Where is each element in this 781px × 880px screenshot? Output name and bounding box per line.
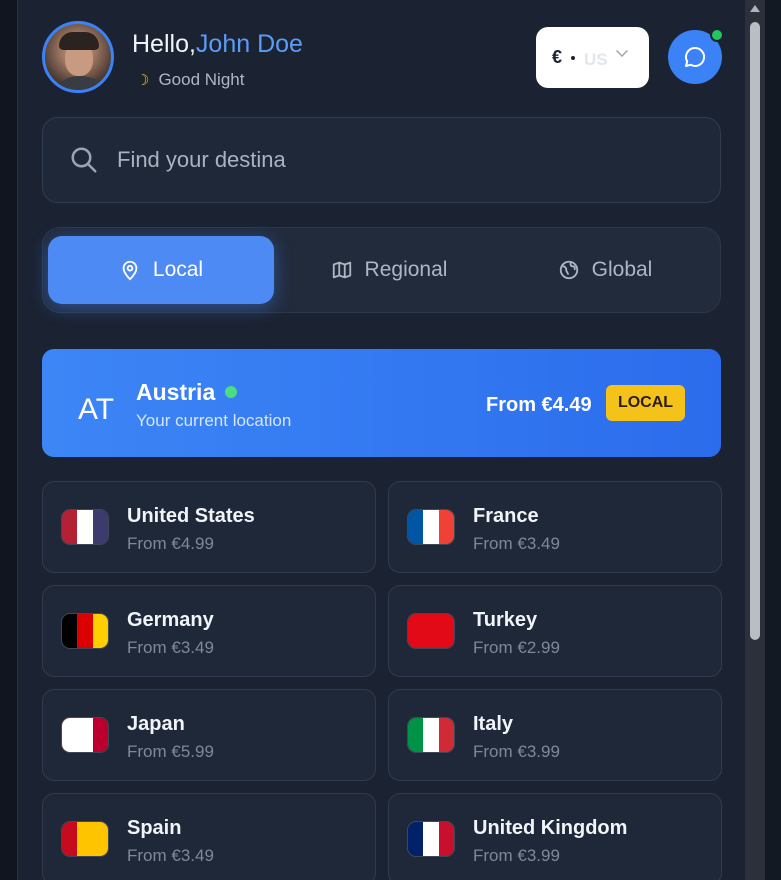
location-active-dot	[225, 386, 237, 398]
destination-card-united-kingdom[interactable]: United Kingdom From €3.99	[388, 793, 722, 880]
italy-flag-icon	[407, 717, 455, 753]
destination-card-spain[interactable]: Spain From €3.49	[42, 793, 376, 880]
greeting-text: Hello,	[132, 30, 196, 58]
moon-icon: ☽	[136, 72, 150, 89]
destination-price: From €2.99	[473, 638, 560, 657]
chat-bubble-icon	[685, 46, 706, 67]
destination-price: From €3.49	[127, 846, 214, 865]
destination-price: From €3.99	[473, 846, 560, 865]
destination-name: France	[473, 505, 539, 527]
background-left	[0, 0, 18, 880]
tab-global-label: Global	[591, 258, 653, 281]
location-pin-icon	[122, 260, 138, 281]
scrollbar[interactable]	[745, 0, 765, 880]
france-flag-icon	[407, 509, 455, 545]
destination-card-united-states[interactable]: United States From €4.99	[42, 481, 376, 573]
destination-name: Turkey	[473, 609, 538, 631]
destination-price: From €3.99	[473, 742, 560, 761]
tab-global[interactable]: Global	[505, 236, 705, 304]
destination-price: From €5.99	[127, 742, 214, 761]
scroll-up-arrow-icon[interactable]	[750, 5, 760, 12]
current-location-subtitle: Your current location	[136, 411, 292, 430]
destination-price: From €3.49	[473, 534, 560, 553]
country-code: AT	[78, 393, 115, 426]
germany-flag-icon	[61, 613, 109, 649]
search-icon	[71, 147, 97, 173]
search-input[interactable]	[117, 147, 617, 173]
online-indicator	[710, 28, 724, 42]
time-greeting: ☽ Good Night	[136, 70, 244, 90]
destination-name: Italy	[473, 713, 514, 735]
chevron-down-icon	[616, 45, 628, 57]
us-flag-icon	[61, 509, 109, 545]
destination-name: United States	[127, 505, 255, 527]
avatar[interactable]	[42, 21, 114, 93]
current-location-card[interactable]: AT Austria Your current location From €4…	[42, 349, 721, 457]
spain-flag-icon	[61, 821, 109, 857]
destination-name: United Kingdom	[473, 817, 628, 839]
tab-bar: Local Regional Global	[42, 227, 721, 313]
tab-local[interactable]: Local	[48, 236, 274, 304]
destination-card-germany[interactable]: Germany From €3.49	[42, 585, 376, 677]
destination-name: Germany	[127, 609, 214, 631]
turkey-flag-icon	[407, 613, 455, 649]
currency-symbol: €	[552, 47, 563, 67]
destination-card-italy[interactable]: Italy From €3.99	[388, 689, 722, 781]
user-name: John Doe	[195, 30, 303, 58]
destination-name: Japan	[127, 713, 185, 735]
scrollbar-thumb[interactable]	[750, 22, 760, 640]
currency-selector[interactable]: € US	[536, 27, 649, 88]
separator-dot	[571, 56, 575, 60]
current-country-name: Austria	[136, 379, 216, 405]
destination-price: From €4.99	[127, 534, 214, 553]
map-icon	[332, 261, 351, 279]
app-panel: Hello,John Doe ☽ Good Night € US Local R…	[18, 0, 745, 880]
current-location-price: From €4.49	[486, 394, 592, 416]
greeting-title: Hello,John Doe	[132, 30, 303, 59]
destination-price: From €3.49	[127, 638, 214, 657]
background-right	[765, 0, 781, 880]
japan-flag-icon	[61, 717, 109, 753]
destination-card-france[interactable]: France From €3.49	[388, 481, 722, 573]
tab-local-label: Local	[152, 258, 204, 281]
uk-flag-icon	[407, 821, 455, 857]
destination-name: Spain	[127, 817, 182, 839]
destination-card-turkey[interactable]: Turkey From €2.99	[388, 585, 722, 677]
currency-code: US	[584, 50, 608, 69]
globe-icon	[559, 260, 578, 280]
tab-regional-label: Regional	[364, 258, 448, 281]
search-bar[interactable]	[42, 117, 721, 203]
destination-card-japan[interactable]: Japan From €5.99	[42, 689, 376, 781]
time-greeting-text: Good Night	[158, 70, 245, 89]
tab-regional[interactable]: Regional	[289, 236, 489, 304]
chat-button[interactable]	[668, 28, 724, 84]
local-badge: LOCAL	[606, 385, 685, 421]
